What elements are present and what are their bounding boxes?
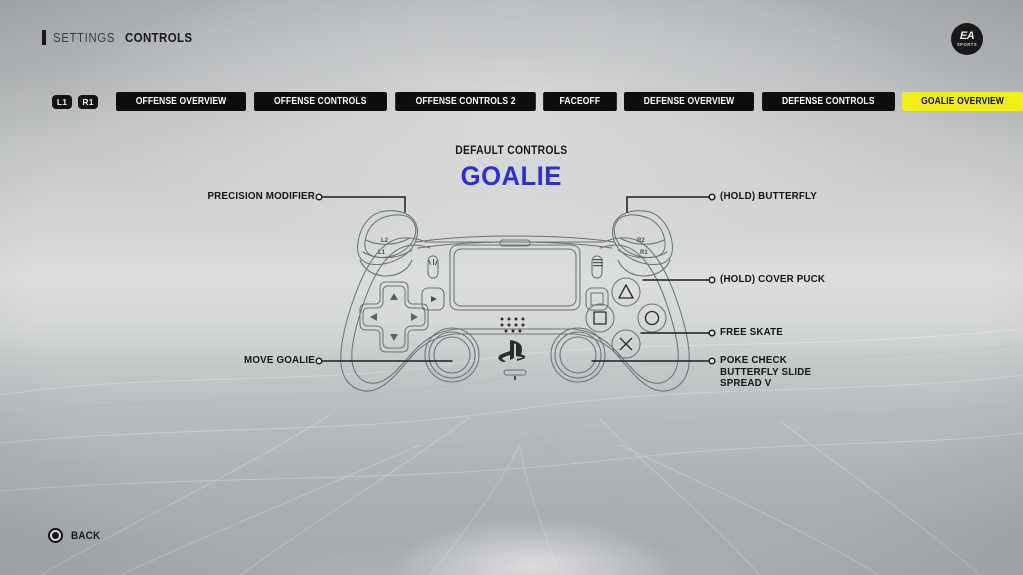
tab-offense-overview[interactable]: OFFENSE OVERVIEW bbox=[116, 92, 247, 111]
circle-button-icon bbox=[48, 528, 63, 543]
controls-settings-screen: SETTINGS CONTROLS EA SPORTS L1 R1 OFFENS… bbox=[0, 0, 1023, 575]
bumper-r1-icon[interactable]: R1 bbox=[78, 94, 98, 109]
tab-offense-controls-2[interactable]: OFFENSE CONTROLS 2 bbox=[394, 92, 536, 111]
tab-label: DEFENSE CONTROLS bbox=[781, 96, 875, 107]
callout-poke-check-group: POKE CHECK BUTTERFLY SLIDE SPREAD V bbox=[720, 354, 818, 390]
tab-faceoff[interactable]: FACEOFF bbox=[542, 92, 617, 111]
callout-hold-butterfly: (HOLD) BUTTERFLY bbox=[720, 190, 818, 202]
page-title-block: DEFAULT CONTROLS GOALIE bbox=[0, 141, 1023, 192]
callout-hold-cover-puck: (HOLD) COVER PUCK bbox=[720, 273, 826, 285]
callout-move-goalie: MOVE GOALIE bbox=[244, 354, 315, 366]
tab-defense-overview[interactable]: DEFENSE OVERVIEW bbox=[623, 92, 754, 111]
tab-label: OFFENSE OVERVIEW bbox=[135, 96, 227, 107]
tab-label: FACEOFF bbox=[559, 96, 601, 107]
dualsense-controller-diagram: L2 L1 R2 R1 bbox=[340, 210, 690, 392]
page-title: GOALIE bbox=[460, 161, 563, 191]
tab-offense-controls[interactable]: OFFENSE CONTROLS bbox=[254, 92, 387, 111]
back-button[interactable]: BACK bbox=[48, 528, 104, 543]
tab-label: DEFENSE OVERVIEW bbox=[643, 96, 734, 107]
ea-logo-sub: SPORTS bbox=[956, 41, 978, 47]
page-subtitle: DEFAULT CONTROLS bbox=[455, 145, 568, 157]
ea-sports-logo-icon: EA SPORTS bbox=[951, 23, 983, 55]
label-l1: L1 bbox=[378, 250, 386, 256]
tab-label: OFFENSE CONTROLS 2 bbox=[415, 96, 516, 107]
breadcrumb: SETTINGS CONTROLS bbox=[42, 30, 199, 45]
label-r1: R1 bbox=[640, 250, 648, 256]
label-r2: R2 bbox=[637, 238, 645, 244]
back-button-label: BACK bbox=[71, 529, 101, 542]
tab-label: GOALIE OVERVIEW bbox=[921, 96, 1005, 107]
tab-label: OFFENSE CONTROLS bbox=[274, 96, 367, 107]
dpad-arrows bbox=[370, 293, 418, 341]
callout-spread-v: SPREAD V bbox=[720, 377, 772, 389]
label-l2: L2 bbox=[381, 238, 389, 244]
breadcrumb-marker bbox=[42, 30, 46, 45]
breadcrumb-parent: SETTINGS bbox=[53, 30, 115, 45]
ea-logo-brand: EA bbox=[959, 29, 975, 42]
callout-free-skate: FREE SKATE bbox=[720, 326, 783, 338]
tab-defense-controls[interactable]: DEFENSE CONTROLS bbox=[761, 92, 895, 111]
playstation-home-icon bbox=[498, 340, 526, 362]
callout-precision-modifier: PRECISION MODIFIER bbox=[207, 190, 315, 202]
bumper-l1-icon[interactable]: L1 bbox=[52, 94, 72, 109]
controls-tab-bar[interactable]: L1 R1 OFFENSE OVERVIEW OFFENSE CONTROLS OF… bbox=[52, 92, 1023, 111]
breadcrumb-current: CONTROLS bbox=[125, 30, 193, 45]
tab-goalie-overview[interactable]: GOALIE OVERVIEW bbox=[902, 92, 1023, 111]
